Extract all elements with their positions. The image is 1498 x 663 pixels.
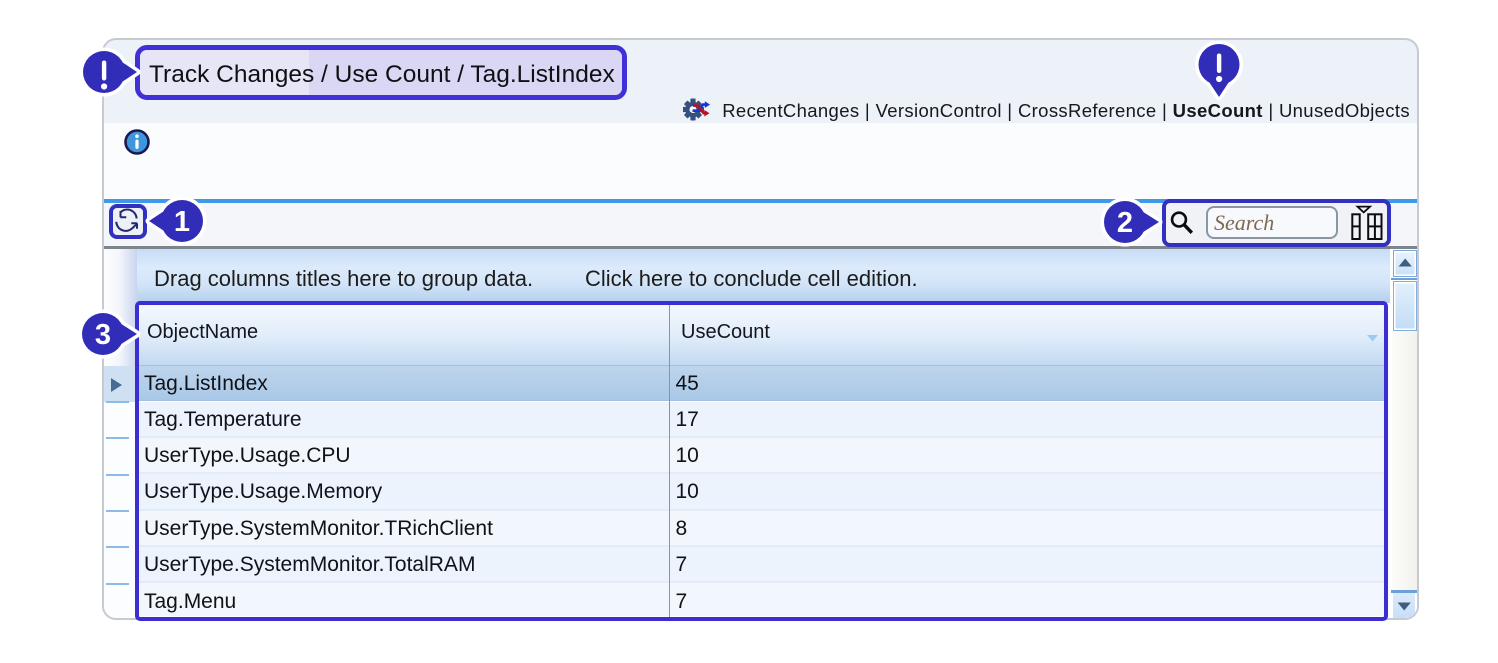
- svg-text:1: 1: [174, 206, 190, 238]
- svg-text:2: 2: [1117, 207, 1133, 239]
- svg-text:3: 3: [95, 319, 111, 351]
